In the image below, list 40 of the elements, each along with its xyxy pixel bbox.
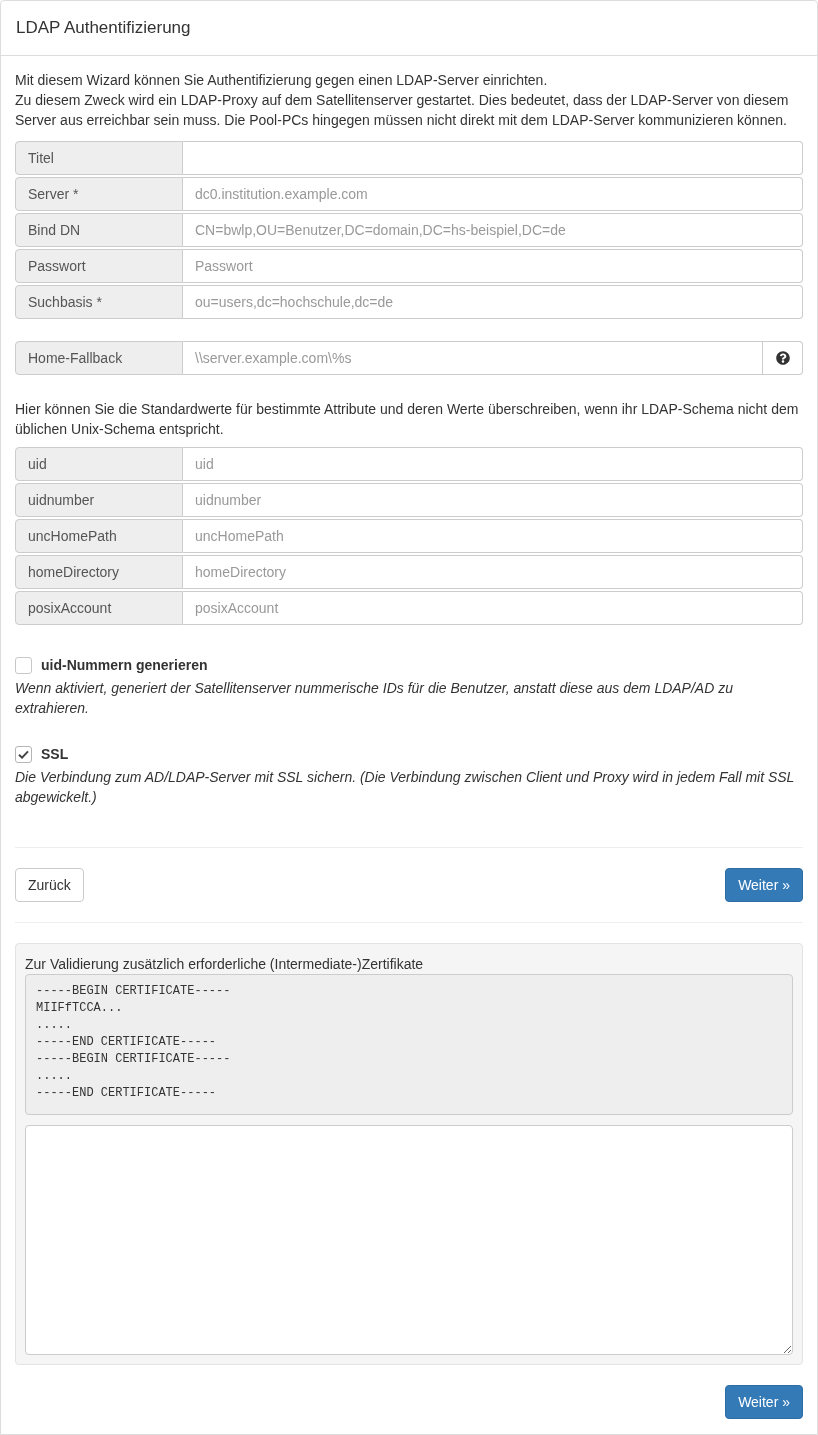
checkbox-label: uid-Nummern generieren (41, 656, 208, 675)
field-label: uid (15, 447, 183, 481)
option-description: Die Verbindung zum AD/LDAP-Server mit SSL sichern. (Die Verbindung zwischen Client und Proxy wird in jedem Fall mit SSL abgewickelt.) (15, 768, 796, 807)
attributes-note: Hier können Sie die Standardwerte für bestimmte Attribute und deren Werte überschreiben, wenn ihr LDAP-Schema nicht dem üblichen Unix-Schema entspricht. (15, 400, 800, 439)
certificate-label: Zur Validierung zusätzlich erforderliche (Intermediate-)Zertifikate (25, 955, 425, 974)
check-icon (18, 749, 29, 759)
text-input[interactable]: uid (183, 447, 803, 481)
checkbox[interactable] (15, 656, 32, 674)
text-input[interactable]: uncHomePath (183, 519, 803, 553)
text-input[interactable]: Passwort (183, 249, 803, 283)
next-button[interactable]: Weiter » (725, 1385, 803, 1419)
intro-text: Mit diesem Wizard können Sie Authentifizierung gegen einen LDAP-Server einrichten. Zu diesem Zweck wird ein LDAP-Proxy auf dem Satellitenserver gestartet. Dies bedeutet, dass der LDAP-Server von diesem Server aus erreichbar sein muss. Die Pool-PCs hingegen müssen nicht direkt mit dem LDAP-Server kommunizieren können. (15, 71, 790, 130)
text-input[interactable]: posixAccount (183, 591, 803, 625)
text-input[interactable]: CN=bwlp,OU=Benutzer,DC=domain,DC=hs-beispiel,DC=de (183, 213, 803, 247)
field-label: uidnumber (15, 483, 183, 517)
field-label: homeDirectory (15, 555, 183, 589)
text-input[interactable]: \\server.example.com\%s (183, 341, 763, 375)
certificate-example: -----BEGIN CERTIFICATE----- MIIFfTCCA... ..... -----END CERTIFICATE----- -----BEGIN CERTIFICATE----- ..... -----END CERTIFICATE----- (25, 974, 793, 1115)
text-input[interactable] (183, 141, 803, 175)
field-label: Home-Fallback (15, 341, 183, 375)
panel-title: LDAP Authentifizierung (16, 18, 191, 38)
field-label: Suchbasis * (15, 285, 183, 319)
checkbox[interactable] (15, 745, 32, 763)
back-button[interactable]: Zurück (15, 868, 84, 902)
certificate-input[interactable] (25, 1125, 793, 1355)
checkbox-label: SSL (41, 745, 69, 764)
field-label: Passwort (15, 249, 183, 283)
field-label: Bind DN (15, 213, 183, 247)
field-label: Titel (15, 141, 183, 175)
text-input[interactable]: dc0.institution.example.com (183, 177, 803, 211)
text-input[interactable]: homeDirectory (183, 555, 803, 589)
next-button[interactable]: Weiter » (725, 868, 803, 902)
option-description: Wenn aktiviert, generiert der Satellitenserver nummerische IDs für die Benutzer, anstatt diese aus dem LDAP/AD zu extrahieren. (15, 679, 734, 718)
help-button[interactable] (763, 341, 803, 375)
text-input[interactable]: uidnumber (183, 483, 803, 517)
field-label: uncHomePath (15, 519, 183, 553)
text-input[interactable]: ou=users,dc=hochschule,dc=de (183, 285, 803, 319)
field-label: Server * (15, 177, 183, 211)
help-icon (775, 351, 790, 365)
field-label: posixAccount (15, 591, 183, 625)
